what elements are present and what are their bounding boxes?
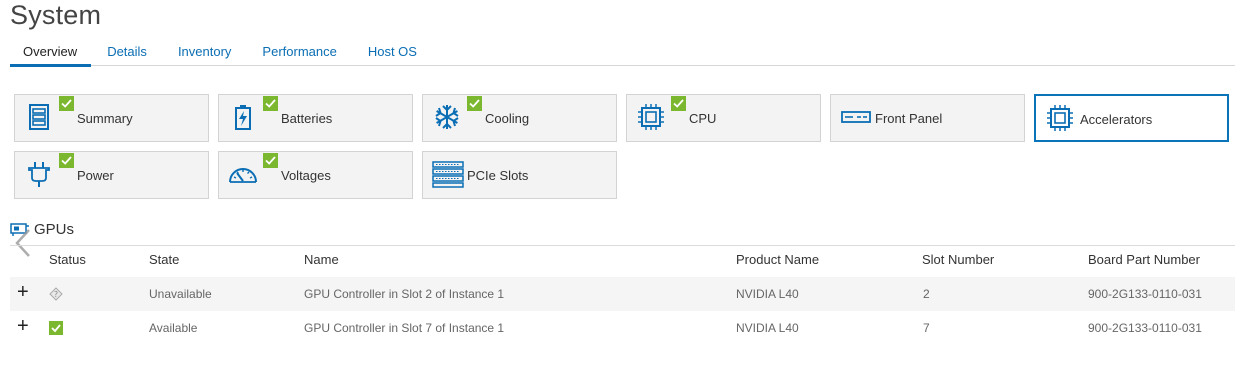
page-title: System [10,0,102,30]
snowflake-icon [435,105,459,129]
col-header-status[interactable]: Status [49,252,86,267]
gpus-title: GPUs [34,221,75,238]
cell-name: GPU Controller in Slot 7 of Instance 1 [304,321,505,335]
col-header-board-part-number[interactable]: Board Part Number [1088,252,1200,267]
tile-front-panel[interactable]: Front Panel [830,94,1025,142]
table-row: + ? Unavailable GPU Controller in Slot 2… [10,277,1235,311]
tab-host-os[interactable]: Host OS [368,42,417,66]
pcie-slots-icon [432,161,464,188]
front-panel-icon [841,111,871,123]
cell-slot-number: 7 [923,321,930,335]
expand-row-button[interactable]: + [17,316,29,336]
svg-text:?: ? [54,290,58,299]
cell-slot-number: 2 [923,287,930,301]
check-icon [671,96,686,111]
status-ok-icon [49,321,63,335]
tab-inventory[interactable]: Inventory [178,42,231,66]
cell-board-part-number: 900-2G133-0110-031 [1088,287,1202,301]
tile-label: Cooling [485,111,530,126]
tile-cooling[interactable]: Cooling [422,94,617,142]
tile-label: Summary [77,111,133,126]
tile-pcie-slots[interactable]: PCIe Slots [422,151,617,199]
tile-label: Power [77,168,114,183]
power-plug-icon [28,162,50,187]
tile-label: Voltages [281,168,331,183]
tile-cpu[interactable]: CPU [626,94,821,142]
check-icon [263,153,278,168]
cell-product-name: NVIDIA L40 [736,287,799,301]
battery-icon [235,105,251,130]
cell-name: GPU Controller in Slot 2 of Instance 1 [304,287,505,301]
col-header-product-name[interactable]: Product Name [736,252,819,267]
tile-accelerators[interactable]: Accelerators [1034,94,1229,142]
tab-overview[interactable]: Overview [10,42,92,67]
expand-row-button[interactable]: + [17,282,29,302]
col-header-name[interactable]: Name [304,252,339,267]
col-header-state[interactable]: State [149,252,179,267]
cell-board-part-number: 900-2G133-0110-031 [1088,321,1202,335]
tile-label: CPU [689,111,717,126]
summary-icon [29,104,49,130]
tile-power[interactable]: Power [14,151,209,199]
tab-details[interactable]: Details [107,42,147,66]
cell-product-name: NVIDIA L40 [736,321,799,335]
tab-performance[interactable]: Performance [262,42,336,66]
check-icon [467,96,482,111]
tile-summary[interactable]: Summary [14,94,209,142]
check-icon [263,96,278,111]
gauge-icon [229,168,257,183]
cell-state: Unavailable [149,287,212,301]
table-row: + Available GPU Controller in Slot 7 of … [10,311,1235,345]
chevron-left-icon[interactable] [13,228,35,258]
tile-label: Batteries [281,111,333,126]
col-header-slot-number[interactable]: Slot Number [922,252,994,267]
cpu-chip-icon [638,104,664,130]
tile-batteries[interactable]: Batteries [218,94,413,142]
status-unknown-icon: ? [49,287,63,301]
accelerator-chip-icon [1047,105,1073,131]
tab-bar: Overview Details Inventory Performance H… [10,42,1235,67]
tile-label: Accelerators [1080,112,1153,127]
tile-voltages[interactable]: Voltages [218,151,413,199]
divider [10,245,1235,246]
tile-label: PCIe Slots [467,168,529,183]
check-icon [59,96,74,111]
tile-label: Front Panel [875,111,943,126]
check-icon [59,153,74,168]
cell-state: Available [149,321,198,335]
